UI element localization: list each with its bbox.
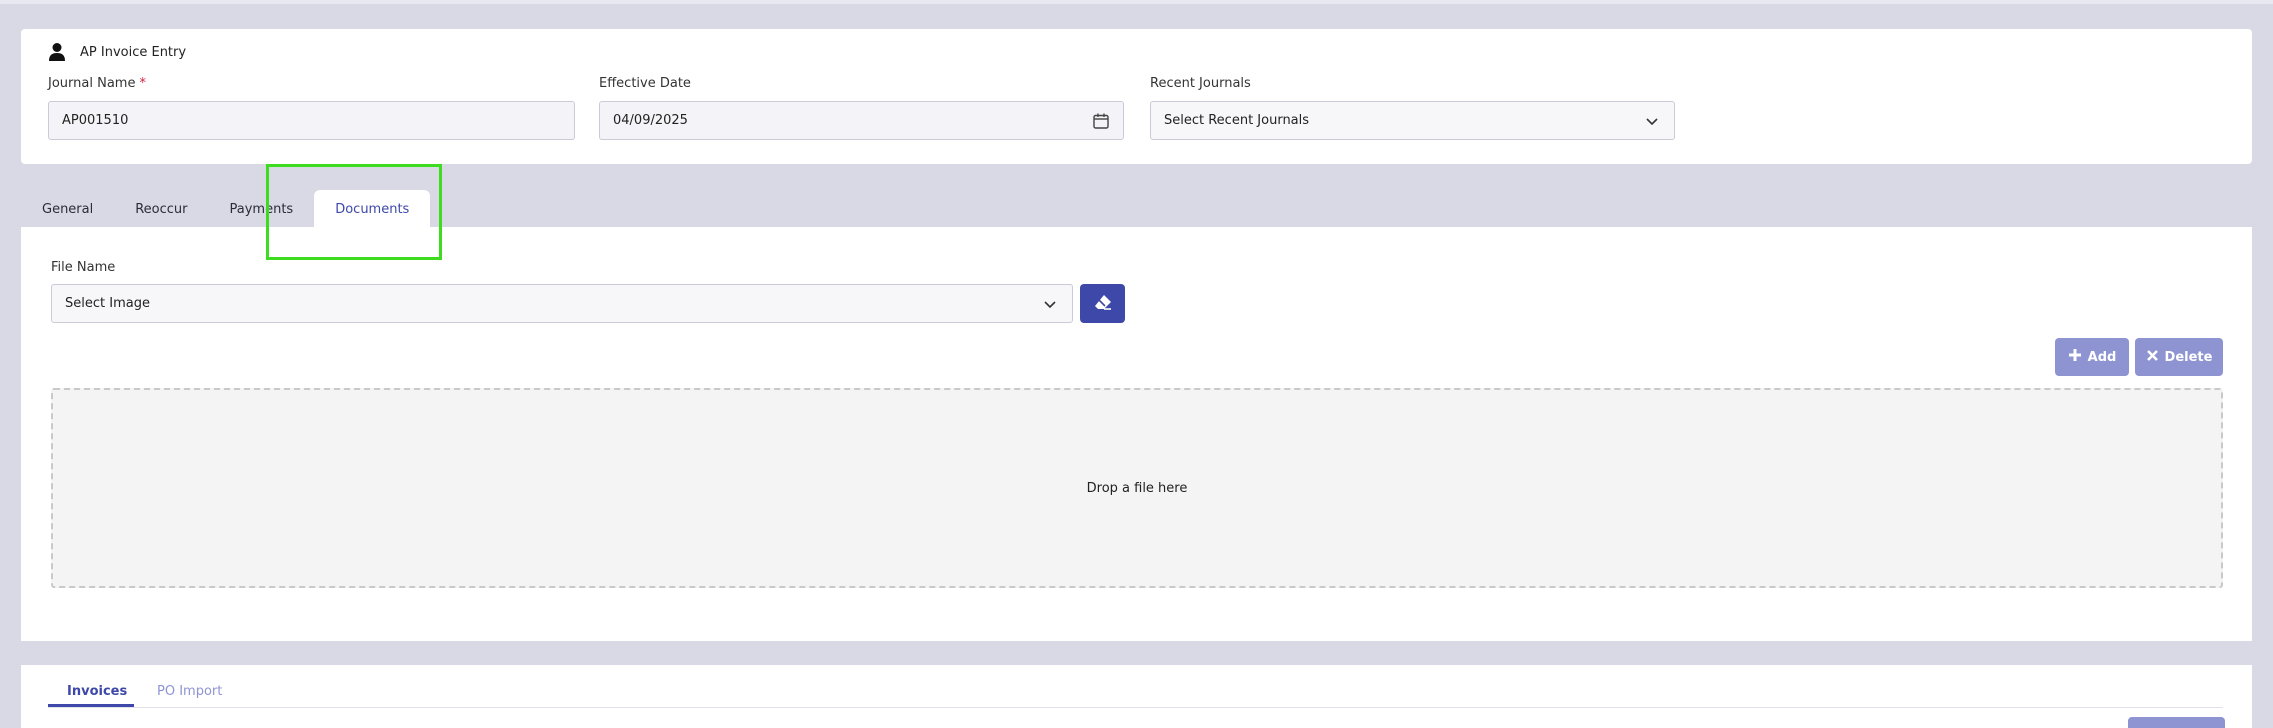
file-name-select[interactable]: Select Image	[51, 284, 1073, 323]
effective-date-value: 04/09/2025	[613, 113, 688, 128]
page-title: AP Invoice Entry	[80, 44, 187, 60]
drop-zone-text: Drop a file here	[1086, 480, 1188, 496]
recent-journals-label: Recent Journals	[1150, 76, 1251, 91]
bottom-tabs-divider	[48, 707, 2223, 708]
tab-general[interactable]: General	[21, 190, 114, 228]
chevron-down-icon	[1041, 295, 1059, 313]
close-icon	[2146, 349, 2159, 366]
journal-name-input[interactable]: AP001510	[48, 101, 575, 140]
delete-button-label: Delete	[2164, 349, 2213, 365]
file-name-value: Select Image	[65, 296, 150, 311]
tab-reoccur[interactable]: Reoccur	[114, 190, 208, 228]
clear-file-button[interactable]	[1080, 284, 1125, 323]
bottom-action-button[interactable]	[2128, 717, 2225, 728]
file-name-label: File Name	[51, 260, 116, 275]
recent-journals-value: Select Recent Journals	[1164, 113, 1310, 128]
eraser-icon	[1093, 293, 1113, 315]
required-marker: *	[139, 76, 146, 91]
journal-name-label: Journal Name *	[48, 76, 146, 91]
effective-date-input[interactable]: 04/09/2025	[599, 101, 1124, 140]
page-header: AP Invoice Entry	[48, 42, 186, 62]
plus-icon	[2068, 348, 2082, 366]
chevron-down-icon	[1643, 112, 1661, 130]
effective-date-label: Effective Date	[599, 76, 691, 91]
tab-invoices[interactable]: Invoices	[67, 676, 127, 706]
journal-header-card: AP Invoice Entry Journal Name * AP001510 …	[21, 29, 2252, 164]
add-button[interactable]: Add	[2055, 338, 2129, 376]
journal-name-label-text: Journal Name	[48, 76, 136, 91]
top-strip	[0, 0, 2273, 4]
delete-button[interactable]: Delete	[2135, 338, 2223, 376]
add-button-label: Add	[2087, 349, 2117, 365]
tab-po-import[interactable]: PO Import	[157, 676, 222, 706]
recent-journals-select[interactable]: Select Recent Journals	[1150, 101, 1675, 140]
active-tab-indicator	[48, 704, 134, 707]
calendar-icon[interactable]	[1092, 112, 1110, 130]
person-icon	[48, 42, 66, 62]
file-drop-zone[interactable]: Drop a file here	[51, 388, 2223, 588]
journal-name-value: AP001510	[62, 113, 129, 128]
invoices-panel	[21, 665, 2252, 728]
documents-tab-highlight	[266, 164, 442, 260]
